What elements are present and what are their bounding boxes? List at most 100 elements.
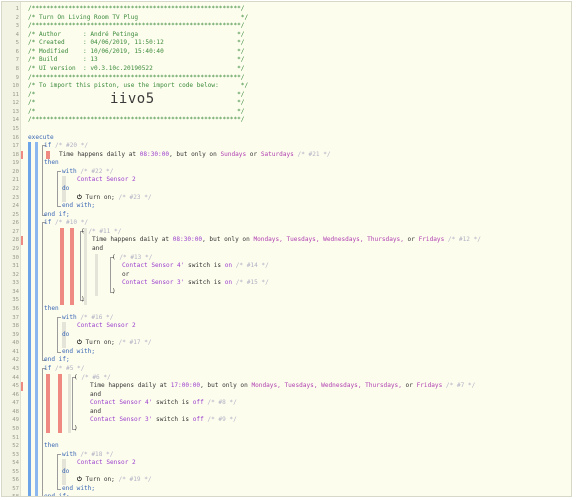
statement-id-comment: /* #12 */ [447,236,481,244]
code-line[interactable]: 39 do [2,331,571,340]
code-line[interactable]: 21 Contact Sensor 2 [2,176,571,185]
code-line[interactable]: 10 /* To import this piston, use the impo… [2,82,571,91]
code-line[interactable]: 48 and [2,408,571,417]
code-text: ⏻ Turn on; /* #23 */ [77,194,152,203]
condition-text: switch is [152,399,193,407]
code-line[interactable]: 57 end with; [2,485,571,494]
code-text: /* Turn On Living Room TV Plug */ [28,14,248,23]
code-line[interactable]: 24 end with; [2,202,571,211]
operator-text: ) [74,424,78,432]
code-text: /* Build : 13 */ [28,56,244,65]
statement-id-comment: /* #21 */ [297,150,331,158]
code-line[interactable]: 37 with /* #16 */ [2,314,571,323]
code-line[interactable]: 32 or [2,271,571,280]
code-line[interactable]: 20 with /* #22 */ [2,168,571,177]
paren-keyword: ( [112,253,116,261]
condition-text: switch is [152,416,193,424]
code-text: Time happens daily at 08:30:00, but only… [92,236,481,245]
code-line[interactable]: 29 and [2,245,571,254]
code-text: /* Modified : 10/06/2019, 15:40:40 */ [28,48,244,57]
code-text: and [92,245,103,254]
code-line[interactable]: 46 and [2,391,571,400]
code-line[interactable]: 7 /* Build : 13 */ [2,56,571,65]
line-number: 48 [12,408,19,415]
code-line[interactable]: 40 ⏻ Turn on; /* #17 */ [2,339,571,348]
code-line[interactable]: 22 do [2,185,571,194]
code-line[interactable]: 56 ⏻ Turn on; /* #19 */ [2,476,571,485]
code-text: ) [74,425,78,434]
code-text: /***************************************… [28,5,244,14]
code-text: Contact Sensor 2 [77,176,136,185]
code-line[interactable]: 44 ( /* #6 */ [2,374,571,383]
import-code: iivo5 [110,91,155,107]
statement-id-comment: /* #13 */ [119,253,153,261]
power-icon: ⏻ [77,339,86,347]
keyword: end with; [62,484,96,492]
code-line[interactable]: 9 /**************************************… [2,74,571,83]
line-number: 23 [12,194,19,201]
code-line[interactable]: 52 then [2,442,571,451]
code-line[interactable]: 35) [2,296,571,305]
code-line[interactable]: 41 end with; [2,348,571,357]
code-line[interactable]: 19 then [2,159,571,168]
code-line[interactable]: 45 Time happens daily at 17:00:00, but on… [2,382,571,391]
code-line[interactable]: 34) [2,288,571,297]
code-line[interactable]: 1 /**************************************… [2,5,571,14]
condition-text: or [401,382,417,390]
code-line[interactable]: 31 Contact Sensor 4' switch is on /* #14 … [2,262,571,271]
code-line[interactable]: 54 Contact Sensor 2 [2,459,571,468]
keyword: end with; [62,347,96,355]
line-number: 51 [12,434,19,441]
code-line[interactable]: 47 Contact Sensor 4' switch is off /* #8 … [2,399,571,408]
code-line[interactable]: 49 Contact Sensor 3' switch is off /* #9 … [2,416,571,425]
code-text: /* */ [28,108,244,117]
code-line[interactable]: 55 do [2,468,571,477]
code-line[interactable]: 14 /*************************************… [2,116,571,125]
statement-id-comment: /* #16 */ [80,313,114,321]
line-number: 11 [12,91,19,98]
code-line[interactable]: 16 execute [2,134,571,143]
code-line[interactable]: 26 if /* #10 */ [2,219,571,228]
code-line[interactable]: 42 end if; [2,356,571,365]
code-line[interactable]: 6 /* Modified : 10/06/2019, 15:40:40 */ [2,48,571,57]
code-line[interactable]: 58 end if; [2,493,571,496]
line-number: 10 [12,83,19,90]
code-line[interactable]: 43 if /* #5 */ [2,365,571,374]
code-text: end if; [44,356,70,365]
code-line[interactable]: 53 with /* #18 */ [2,451,571,460]
code-line[interactable]: 50) [2,425,571,434]
code-line[interactable]: 33 Contact Sensor 3' switch is on /* #15 … [2,279,571,288]
code-line[interactable]: 13 /* */ [2,108,571,117]
code-line[interactable]: 51 [2,434,571,443]
code-line[interactable]: 30 ( /* #13 */ [2,254,571,263]
code-line[interactable]: 5 /* Created : 04/06/2019, 11:50:12 */ [2,39,571,48]
comment-text: /***************************************… [28,5,245,12]
code-line[interactable]: 38 Contact Sensor 2 [2,322,571,331]
code-line[interactable]: 17 if /* #20 */ [2,142,571,151]
line-number: 30 [12,254,19,261]
code-line[interactable]: 15 [2,125,571,134]
code-line[interactable]: 27 ( /* #11 */ [2,228,571,237]
code-line[interactable]: 11/* */ [2,91,571,100]
time-value: 17:00:00 [170,382,201,390]
code-line[interactable]: 18 Time happens daily at 08:30:00, but on… [2,151,571,160]
code-line[interactable]: 28 Time happens daily at 08:30:00, but on… [2,236,571,245]
code-line[interactable]: 3 /**************************************… [2,22,571,31]
line-number: 7 [15,57,19,64]
code-text: Time happens daily at 17:00:00, but only… [90,382,475,391]
code-line[interactable]: 4 /* Author : André Petinga */ [2,31,571,40]
comment-text: /***************************************… [28,22,245,30]
line-number: 41 [12,348,19,355]
code-line[interactable]: 25 end if; [2,211,571,220]
code-line[interactable]: 8 /* UI version : v0.3.10c.20190522 */ [2,65,571,74]
switch-value: off [192,416,204,424]
code-text: Contact Sensor 2 [77,322,136,331]
code-line[interactable]: 12/* */ [2,99,571,108]
line-number: 50 [12,425,19,432]
switch-value: off [192,399,204,407]
code-line[interactable]: 23 ⏻ Turn on; /* #23 */ [2,194,571,203]
line-number: 56 [12,477,19,484]
code-line[interactable]: 2 /* Turn On Living Room TV Plug */ [2,14,571,23]
line-number: 13 [12,108,19,115]
code-line[interactable]: 36 then [2,305,571,314]
